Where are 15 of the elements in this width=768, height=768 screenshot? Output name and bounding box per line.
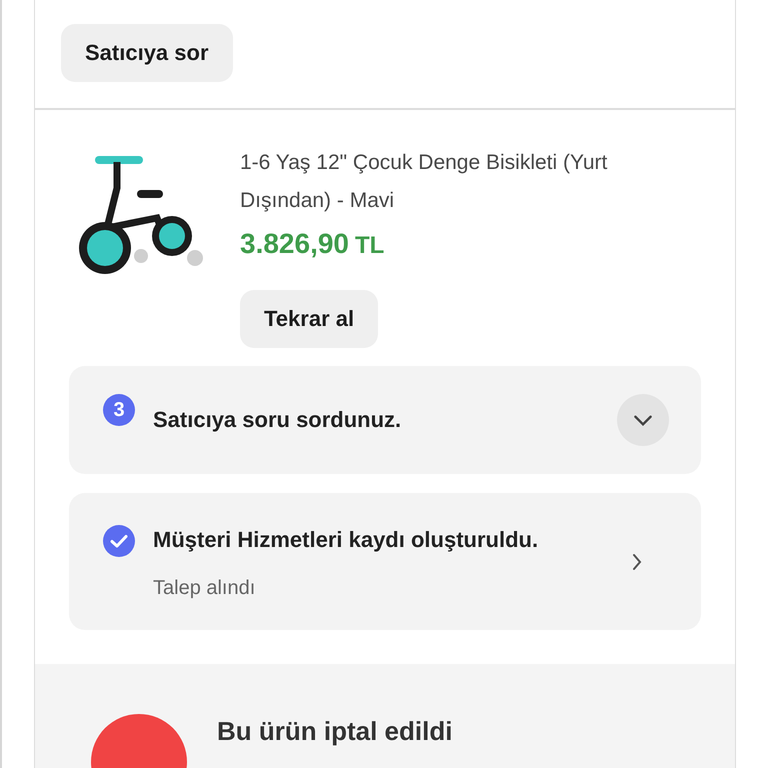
count-badge: 3	[103, 394, 135, 426]
buy-again-button[interactable]: Tekrar al	[240, 290, 378, 348]
status-card[interactable]: Müşteri Hizmetleri kaydı oluşturuldu. Talep alındı	[69, 493, 701, 630]
cancel-title: Bu ürün iptal edildi	[217, 716, 452, 748]
expand-button[interactable]	[617, 394, 669, 446]
status-title: Satıcıya soru sordunuz.	[153, 406, 402, 434]
status-subtitle: Talep alındı	[153, 577, 256, 600]
ask-seller-button[interactable]: Satıcıya sor	[61, 24, 233, 82]
product-price: 3.826,90	[240, 228, 349, 259]
status-title: Müşteri Hizmetleri kaydı oluşturuldu.	[153, 526, 540, 554]
check-icon	[103, 525, 135, 557]
status-card[interactable]: 3 Satıcıya soru sordunuz.	[69, 366, 701, 474]
product-title: 1-6 Yaş 12" Çocuk Denge Bisikleti (Yurt Dışından) - Mavi	[240, 150, 608, 214]
currency: TL	[355, 232, 384, 259]
chevron-right-icon	[631, 552, 643, 572]
